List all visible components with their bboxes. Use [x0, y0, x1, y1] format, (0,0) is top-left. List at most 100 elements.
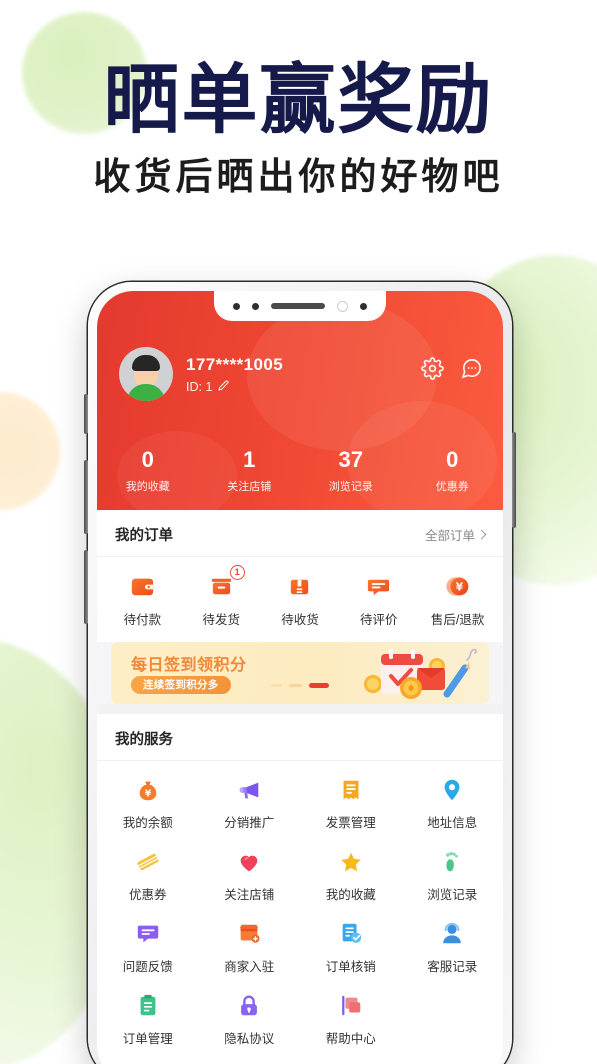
- order-item-label: 售后/退款: [430, 613, 485, 627]
- user-text-block: 177****1005 ID: 1: [186, 355, 283, 394]
- stat-value: 0: [446, 447, 459, 472]
- service-item-privacy[interactable]: 隐私协议: [199, 991, 301, 1047]
- order-item-pending-payment[interactable]: 待付款: [103, 571, 182, 628]
- front-camera-icon: [360, 302, 367, 310]
- services-card: 我的服务 ¥ 我的余额 分销推广 发票管理 地址信息 优惠券 关注店铺 我的收藏…: [97, 714, 503, 1064]
- service-item-address[interactable]: 地址信息: [402, 775, 504, 831]
- avatar-hair: [132, 355, 160, 371]
- dash-1: [271, 684, 282, 687]
- order-item-label: 待付款: [123, 613, 162, 627]
- order-item-label: 待发货: [202, 613, 240, 627]
- user-info-row[interactable]: 177****1005 ID: 1: [119, 347, 283, 401]
- service-item-label: 优惠券: [128, 888, 167, 902]
- service-item-label: 分销推广: [224, 816, 275, 830]
- speaker-bar-icon: [271, 303, 325, 309]
- location-pin-icon: [402, 775, 504, 805]
- service-item-order-verify[interactable]: 订单核销: [300, 919, 402, 975]
- user-phone-number: 177****1005: [186, 354, 284, 374]
- orders-title: 我的订单: [115, 528, 173, 544]
- decor-cream-circle-left: [0, 392, 60, 510]
- service-item-merchant-join[interactable]: 商家入驻: [199, 919, 301, 975]
- user-id-row[interactable]: ID: 1: [186, 380, 283, 394]
- all-orders-label: 全部订单: [424, 529, 475, 543]
- megaphone-icon: [199, 775, 301, 805]
- section-divider-band: [97, 704, 503, 714]
- comment-icon: [339, 571, 418, 601]
- service-item-coupon[interactable]: 优惠券: [97, 847, 199, 903]
- star-icon: [300, 847, 402, 877]
- orders-card: 我的订单 全部订单 待付款 1 待发货 待收货 待评价 ¥ 售后/退款: [97, 510, 503, 642]
- shop-add-icon: [199, 919, 301, 949]
- service-item-label: 帮助中心: [325, 1032, 376, 1046]
- svg-text:¥: ¥: [145, 789, 152, 800]
- order-item-pending-shipment[interactable]: 1 待发货: [182, 565, 261, 628]
- phone-mockup: 177****1005 ID: 1 0 我的收藏 1 关注店铺 37 浏览记录 …: [84, 282, 516, 1064]
- invoice-icon: [300, 775, 402, 805]
- order-item-pending-receipt[interactable]: 待收货: [261, 571, 340, 628]
- service-item-browse-history[interactable]: 浏览记录: [402, 847, 504, 903]
- light-sensor-icon: [337, 300, 348, 312]
- clipboard-list-icon: [97, 991, 199, 1021]
- calendar-coins-pencil-illustration: [351, 644, 479, 702]
- lock-icon: [199, 991, 301, 1021]
- services-title: 我的服务: [97, 714, 503, 761]
- service-item-label: 发票管理: [325, 816, 376, 830]
- phone-button-power[interactable]: [512, 432, 516, 528]
- service-item-order-management[interactable]: 订单管理: [97, 991, 199, 1047]
- dash-3: [309, 683, 329, 688]
- dash-2: [289, 684, 302, 687]
- stat-browse-history[interactable]: 37 浏览记录: [300, 447, 402, 494]
- pencil-edit-icon[interactable]: [218, 380, 229, 394]
- phone-button-volume-up[interactable]: [84, 460, 88, 534]
- orders-card-header: 我的订单 全部订单: [97, 510, 503, 557]
- message-dots-icon[interactable]: [460, 357, 483, 380]
- phone-notch: [214, 291, 386, 321]
- service-item-label: 我的余额: [122, 816, 173, 830]
- poster-stage: 晒单赢奖励 收货后晒出你的好物吧 177****1005 ID: 1 0 我的收…: [0, 0, 597, 1064]
- stat-followed-shops[interactable]: 1 关注店铺: [199, 447, 301, 494]
- svg-text:¥: ¥: [456, 581, 464, 593]
- service-item-favorites[interactable]: 我的收藏: [300, 847, 402, 903]
- chevron-right-icon: [476, 529, 487, 540]
- app-screen: 177****1005 ID: 1 0 我的收藏 1 关注店铺 37 浏览记录 …: [97, 291, 503, 1064]
- order-item-refund[interactable]: ¥ 售后/退款: [418, 571, 497, 628]
- gear-icon[interactable]: [421, 357, 444, 380]
- stat-value: 0: [141, 447, 154, 472]
- all-orders-link[interactable]: 全部订单: [424, 525, 487, 544]
- camera-dot-icon: [233, 302, 240, 310]
- poster-headline-block: 晒单赢奖励 收货后晒出你的好物吧: [0, 58, 597, 198]
- service-item-balance[interactable]: ¥ 我的余额: [97, 775, 199, 831]
- service-item-label: 订单管理: [122, 1032, 173, 1046]
- doc-check-icon: [300, 919, 402, 949]
- service-item-distribution[interactable]: 分销推广: [199, 775, 301, 831]
- avatar[interactable]: [119, 347, 173, 401]
- sensor-dot-icon: [252, 302, 259, 310]
- phone-button-mute[interactable]: [84, 394, 88, 434]
- service-item-label: 关注店铺: [224, 888, 275, 902]
- stat-label: 浏览记录: [328, 481, 373, 493]
- stat-favorites[interactable]: 0 我的收藏: [97, 447, 199, 494]
- order-item-pending-review[interactable]: 待评价: [339, 571, 418, 628]
- avatar-body: [127, 384, 165, 401]
- phone-screen-area: 177****1005 ID: 1 0 我的收藏 1 关注店铺 37 浏览记录 …: [97, 291, 503, 1064]
- service-item-followed-shops[interactable]: 关注店铺: [199, 847, 301, 903]
- daily-checkin-banner[interactable]: 每日签到领积分 连续签到积分多: [111, 642, 489, 704]
- phone-button-volume-down[interactable]: [84, 550, 88, 624]
- checkin-title: 每日签到领积分: [131, 657, 247, 674]
- poster-subheadline: 收货后晒出你的好物吧: [93, 155, 504, 198]
- service-item-invoice[interactable]: 发票管理: [300, 775, 402, 831]
- service-item-label: 隐私协议: [224, 1032, 275, 1046]
- order-badge-count: 1: [229, 565, 245, 580]
- wallet-icon: [103, 571, 182, 601]
- customer-service-icon: [402, 919, 504, 949]
- poster-headline: 晒单赢奖励: [103, 55, 494, 144]
- service-item-label: 问题反馈: [122, 960, 173, 974]
- stat-label: 关注店铺: [227, 481, 272, 493]
- service-item-feedback[interactable]: 问题反馈: [97, 919, 199, 975]
- feedback-chat-icon: [97, 919, 199, 949]
- service-item-help-center[interactable]: 帮助中心: [300, 991, 402, 1047]
- service-item-customer-service[interactable]: 客服记录: [402, 919, 504, 975]
- stat-coupons[interactable]: 0 优惠券: [402, 447, 504, 494]
- service-item-label: 商家入驻: [224, 960, 275, 974]
- coupon-ticket-icon: [97, 847, 199, 877]
